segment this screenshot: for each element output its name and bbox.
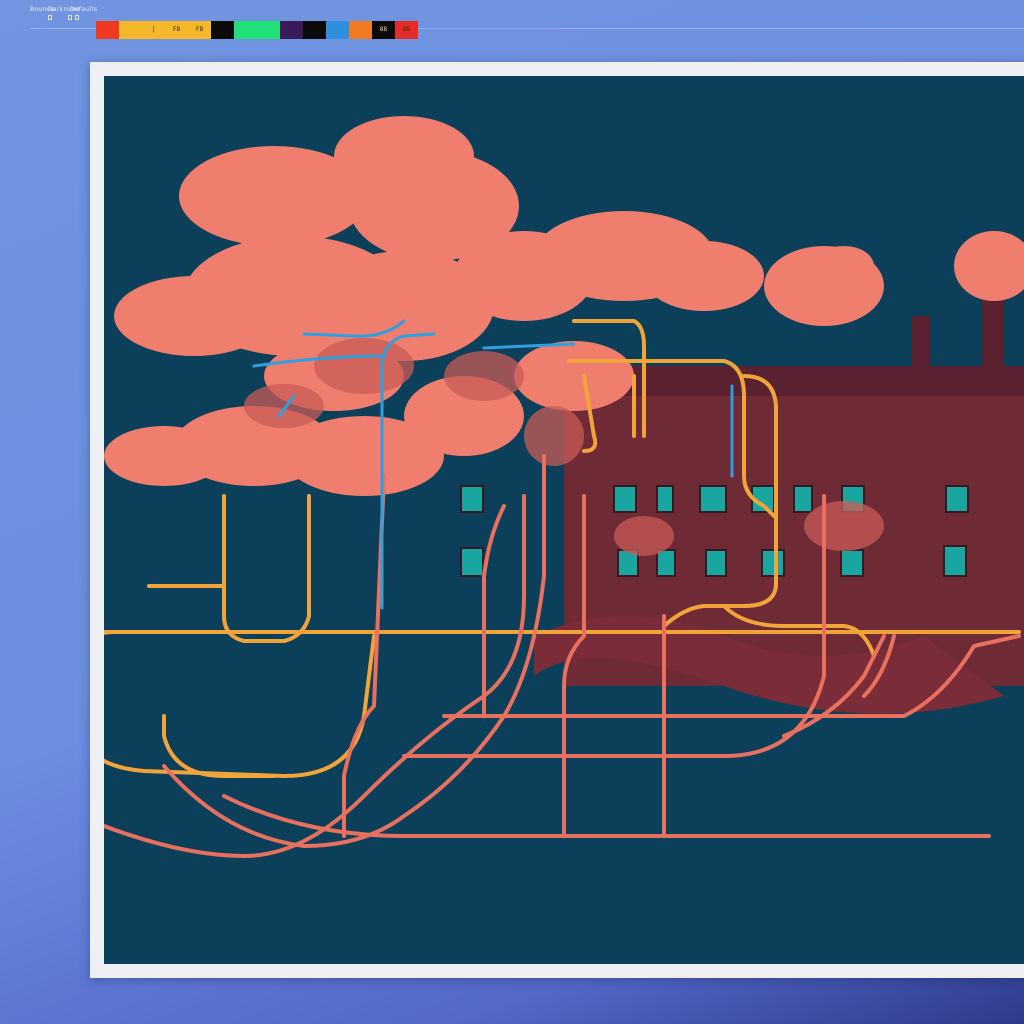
menu-item-defaults[interactable]: Defaults [70, 6, 97, 13]
tool-icon[interactable] [75, 15, 79, 20]
color-swatch[interactable] [211, 21, 234, 39]
artwork [104, 116, 1024, 858]
color-swatch[interactable] [257, 21, 280, 39]
artboard[interactable] [104, 76, 1024, 964]
color-swatch[interactable]: 88 [395, 21, 418, 39]
color-swatch[interactable] [119, 21, 142, 39]
color-swatch[interactable]: | [142, 21, 165, 39]
color-swatch[interactable] [234, 21, 257, 39]
color-swatch[interactable]: FB [165, 21, 188, 39]
color-swatch[interactable]: 88 [372, 21, 395, 39]
color-swatch[interactable] [96, 21, 119, 39]
color-swatch[interactable] [280, 21, 303, 39]
color-palette: | FB FB 88 88 [96, 21, 418, 39]
color-swatch[interactable]: FB [188, 21, 211, 39]
color-swatch[interactable] [326, 21, 349, 39]
color-swatch[interactable] [303, 21, 326, 39]
tool-icon[interactable] [48, 15, 52, 20]
color-swatch[interactable] [349, 21, 372, 39]
tool-icon[interactable] [68, 15, 72, 20]
